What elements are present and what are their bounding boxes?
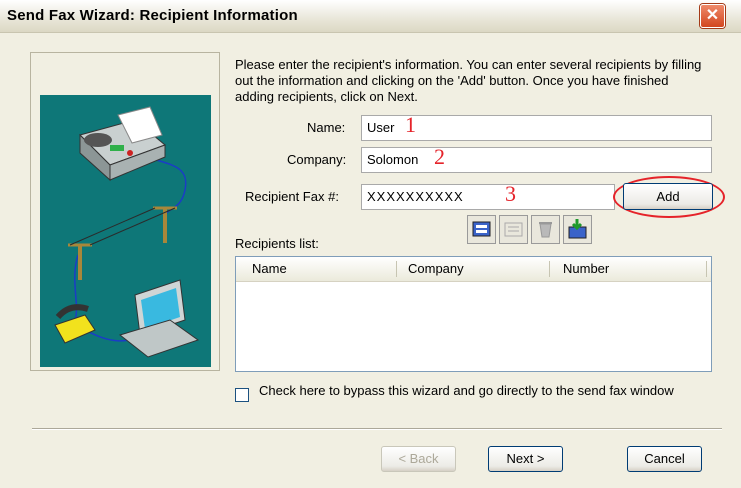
next-button[interactable]: Next > [488,446,563,472]
back-button[interactable]: < Back [381,446,456,472]
import-icon [568,219,587,239]
add-button[interactable]: Add [623,183,713,210]
delete-recipient-icon [539,222,552,238]
bypass-wizard-label[interactable]: Check here to bypass this wizard and go … [259,383,719,399]
recipients-list-header: Name Company Number [236,257,711,282]
send-fax-wizard-window: Send Fax Wizard: Recipient Information ✕ [0,0,741,488]
import-button[interactable] [563,215,592,244]
fax-number-label: Recipient Fax #: [245,189,339,204]
column-divider[interactable] [706,261,707,277]
footer-separator [32,428,722,430]
annotation-mark-1: 1 [405,112,416,137]
fax-number-input[interactable]: XXXXXXXXXX [361,184,615,210]
annotation-mark-3: 3 [505,181,516,206]
cancel-button[interactable]: Cancel [627,446,702,472]
close-button[interactable]: ✕ [700,4,725,28]
address-book-button[interactable] [467,215,496,244]
instructions-text: Please enter the recipient's information… [235,57,702,104]
column-divider[interactable] [549,261,550,277]
recipients-list[interactable]: Name Company Number [235,256,712,372]
column-header-number[interactable]: Number [563,261,609,276]
delete-recipient-button[interactable] [531,215,560,244]
recipients-list-label: Recipients list: [235,236,319,251]
fax-network-illustration [40,95,211,367]
address-book-icon [472,221,491,237]
column-header-company[interactable]: Company [408,261,464,276]
fax-network-icon [54,106,200,358]
column-divider[interactable] [396,261,397,277]
annotation-mark-2: 2 [434,144,445,169]
name-label: Name: [307,120,346,135]
title-bar[interactable]: Send Fax Wizard: Recipient Information ✕ [0,0,741,33]
company-input[interactable]: Solomon [361,147,712,173]
window-title: Send Fax Wizard: Recipient Information [7,7,298,24]
bypass-wizard-checkbox[interactable] [235,388,249,402]
column-header-name[interactable]: Name [252,261,287,276]
company-label: Company: [287,152,347,167]
edit-recipient-button[interactable] [499,215,528,244]
edit-recipient-icon [504,222,523,237]
